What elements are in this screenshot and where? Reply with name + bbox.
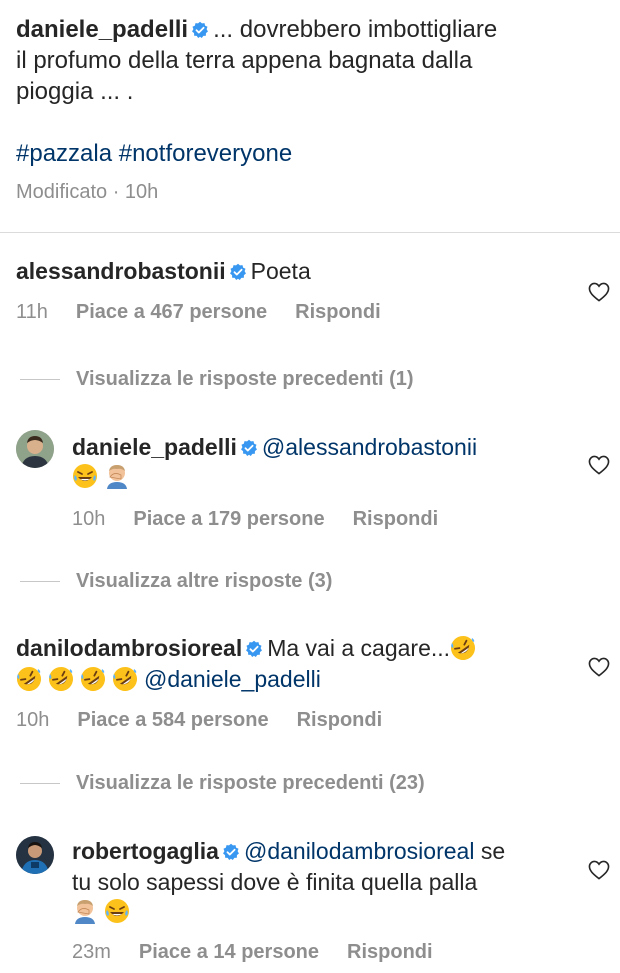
mention-link[interactable]: @daniele_padelli xyxy=(144,666,321,692)
rofl-emoji-icon xyxy=(450,635,476,661)
like-heart-icon[interactable] xyxy=(588,657,610,677)
laughing-emoji-icon xyxy=(104,898,130,924)
caption-text-line2: il profumo della terra appena bagnata da… xyxy=(16,47,473,74)
facepalm-emoji-icon xyxy=(104,463,130,489)
verified-badge-icon xyxy=(229,263,247,281)
comment-username[interactable]: robertogaglia xyxy=(72,838,219,864)
reply-button[interactable]: Rispondi xyxy=(297,709,383,731)
post-caption: daniele_padelli ... dovrebbero imbottigli… xyxy=(16,14,600,208)
mention-link[interactable]: @danilodambrosioreal xyxy=(244,838,474,864)
avatar[interactable] xyxy=(16,430,54,468)
verified-badge-icon xyxy=(245,640,263,658)
rofl-emoji-icon xyxy=(16,666,42,692)
comment-time: 10h xyxy=(72,508,106,530)
reply-button[interactable]: Rispondi xyxy=(353,508,439,530)
divider xyxy=(0,232,620,233)
comment-item: daniele_padelli @alessandrobastonii 10h Pi… xyxy=(72,432,620,531)
comment-time: 10h xyxy=(16,709,50,731)
comment-likes[interactable]: Piace a 14 persone xyxy=(139,941,319,963)
comment-item: alessandrobastonii Poeta 11h Piace a 467 p… xyxy=(16,256,620,324)
like-heart-icon[interactable] xyxy=(588,282,610,302)
post-hashtags[interactable]: #pazzala #notforeveryone xyxy=(16,138,600,169)
rofl-emoji-icon xyxy=(80,666,106,692)
reply-button[interactable]: Rispondi xyxy=(295,301,381,323)
rofl-emoji-icon xyxy=(112,666,138,692)
avatar[interactable] xyxy=(16,836,54,874)
like-heart-icon[interactable] xyxy=(588,860,610,880)
comment-time: 23m xyxy=(72,941,111,963)
comment-username[interactable]: daniele_padelli xyxy=(72,434,237,460)
verified-badge-icon xyxy=(240,439,258,457)
verified-badge-icon xyxy=(191,21,209,39)
rofl-emoji-icon xyxy=(48,666,74,692)
comment-item: danilodambrosioreal Ma vai a cagare... @d… xyxy=(16,633,570,732)
laughing-emoji-icon xyxy=(72,463,98,489)
comment-text: Poeta xyxy=(250,258,311,284)
comment-text-line2: tu solo sapessi dove è finita quella pal… xyxy=(72,869,478,895)
caption-text-line3: pioggia ... . xyxy=(16,78,134,105)
comment-likes[interactable]: Piace a 584 persone xyxy=(77,709,268,731)
comment-username[interactable]: danilodambrosioreal xyxy=(16,635,242,661)
post-edited-time: Modificato · 10h xyxy=(16,181,159,203)
comment-text: Ma vai a cagare... xyxy=(267,635,451,661)
verified-badge-icon xyxy=(222,843,240,861)
post-username[interactable]: daniele_padelli xyxy=(16,16,188,43)
comment-username[interactable]: alessandrobastonii xyxy=(16,258,226,284)
mention-link[interactable]: @alessandrobastonii xyxy=(262,434,477,460)
comment-likes[interactable]: Piace a 467 persone xyxy=(76,301,267,323)
facepalm-emoji-icon xyxy=(72,898,98,924)
reply-button[interactable]: Rispondi xyxy=(347,941,433,963)
view-more-replies-link[interactable]: Visualizza altre risposte (3) xyxy=(20,570,332,593)
like-heart-icon[interactable] xyxy=(588,455,610,475)
comment-item: robertogaglia @danilodambrosioreal se tu … xyxy=(72,836,570,964)
view-previous-replies-link[interactable]: Visualizza le risposte precedenti (23) xyxy=(20,772,425,795)
caption-text-line1: ... dovrebbero imbottigliare xyxy=(213,16,498,43)
comment-likes[interactable]: Piace a 179 persone xyxy=(133,508,324,530)
comment-time: 11h xyxy=(16,301,48,323)
view-previous-replies-link[interactable]: Visualizza le risposte precedenti (1) xyxy=(20,368,414,391)
comment-text: se xyxy=(474,838,506,864)
